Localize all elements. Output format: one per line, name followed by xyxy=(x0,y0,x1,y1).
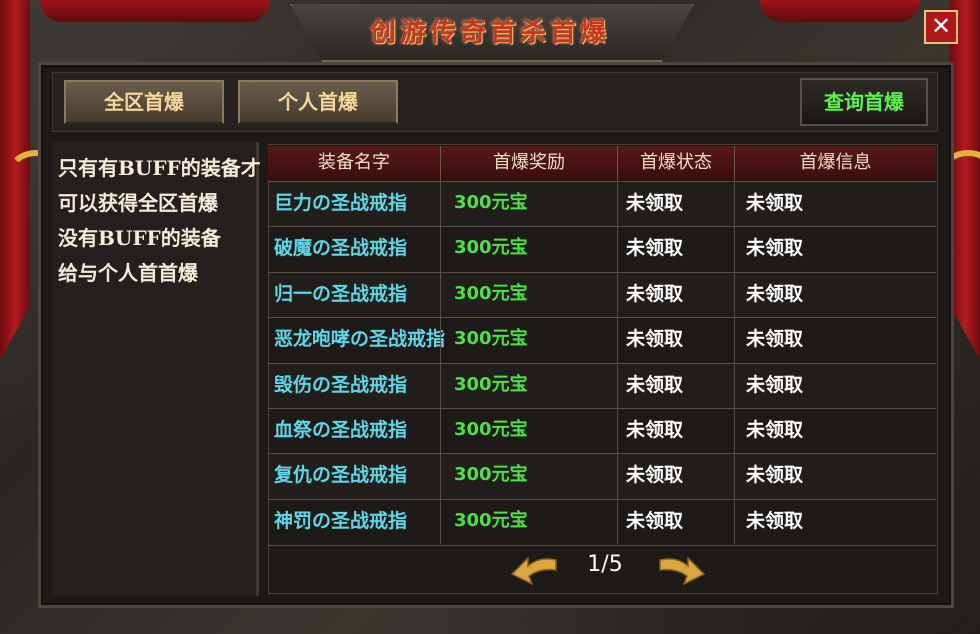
item-name-cell: 破魔の圣战戒指 xyxy=(274,237,408,260)
status-cell: 未领取 xyxy=(626,373,684,396)
column-header-item-name: 装备名字 xyxy=(268,146,441,180)
info-cell: 未领取 xyxy=(746,509,804,532)
column-divider xyxy=(617,180,618,544)
reward-cell: 300元宝 xyxy=(454,237,528,259)
info-cell: 未领取 xyxy=(746,237,804,260)
close-button[interactable]: ✕ xyxy=(924,10,958,44)
info-cell: 未领取 xyxy=(746,282,804,305)
reward-cell: 300元宝 xyxy=(454,509,528,531)
info-text-line: 只有有BUFF的装备才 xyxy=(58,156,261,180)
status-cell: 未领取 xyxy=(626,419,684,441)
column-divider xyxy=(734,180,735,544)
next-page-arrow-icon[interactable] xyxy=(656,552,706,588)
info-cell: 未领取 xyxy=(746,373,804,396)
column-divider xyxy=(440,180,441,544)
status-cell: 未领取 xyxy=(626,464,684,487)
status-cell: 未领取 xyxy=(626,328,684,351)
query-first-drop-button[interactable]: 查询首爆 xyxy=(800,78,928,126)
item-name-cell: 归一の圣战戒指 xyxy=(274,282,408,305)
reward-cell: 300元宝 xyxy=(454,373,528,395)
reward-cell: 300元宝 xyxy=(454,192,528,213)
table-row: 归一の圣战戒指 300元宝 未领取 未领取 xyxy=(268,271,936,318)
tab-all-server-first-drop[interactable]: 全区首爆 xyxy=(64,80,224,124)
item-name-cell: 神罚の圣战戒指 xyxy=(274,509,408,532)
item-name-cell: 恶龙咆哮の圣战戒指 xyxy=(274,328,446,351)
info-text-line: 给与个人首首爆 xyxy=(58,261,198,285)
item-name-cell: 毁伤の圣战戒指 xyxy=(274,373,408,396)
reward-cell: 300元宝 xyxy=(454,419,528,440)
table-row: 毁伤の圣战戒指 300元宝 未领取 未领取 xyxy=(268,362,936,409)
column-header-status: 首爆状态 xyxy=(618,146,735,180)
status-cell: 未领取 xyxy=(626,192,684,214)
item-name-cell: 血祭の圣战戒指 xyxy=(274,419,408,441)
reward-cell: 300元宝 xyxy=(454,464,528,486)
table-row: 巨力の圣战戒指 300元宝 未领取 未领取 xyxy=(268,181,936,227)
status-cell: 未领取 xyxy=(626,237,684,260)
curtain-decoration xyxy=(760,0,920,22)
close-icon: ✕ xyxy=(930,12,952,40)
column-header-info: 首爆信息 xyxy=(735,146,936,180)
status-cell: 未领取 xyxy=(626,509,684,532)
info-cell: 未领取 xyxy=(746,419,804,441)
info-cell: 未领取 xyxy=(746,192,804,214)
info-text-line: 可以获得全区首爆 xyxy=(58,191,218,215)
reward-cell: 300元宝 xyxy=(454,328,528,350)
prev-page-arrow-icon[interactable] xyxy=(510,552,560,588)
window-title: 创游传奇首杀首爆 xyxy=(369,18,610,48)
table-row: 血祭の圣战戒指 300元宝 未领取 未领取 xyxy=(268,408,936,454)
info-cell: 未领取 xyxy=(746,328,804,351)
column-header-reward: 首爆奖励 xyxy=(441,146,618,180)
status-cell: 未领取 xyxy=(626,282,684,305)
item-name-cell: 巨力の圣战戒指 xyxy=(274,192,408,214)
curtain-decoration xyxy=(40,0,270,22)
item-name-cell: 复仇の圣战戒指 xyxy=(274,464,408,487)
info-text-line: 没有BUFF的装备 xyxy=(58,226,221,250)
page-indicator: 1/5 xyxy=(587,552,623,577)
reward-cell: 300元宝 xyxy=(454,282,528,304)
table-row: 破魔の圣战戒指 300元宝 未领取 未领取 xyxy=(268,226,936,272)
tab-personal-first-drop[interactable]: 个人首爆 xyxy=(238,80,398,124)
table-row: 复仇の圣战戒指 300元宝 未领取 未领取 xyxy=(268,453,936,499)
info-cell: 未领取 xyxy=(746,464,804,487)
table-row: 神罚の圣战戒指 300元宝 未领取 未领取 xyxy=(268,498,936,545)
table-row: 恶龙咆哮の圣战戒指 300元宝 未领取 未领取 xyxy=(268,317,936,363)
